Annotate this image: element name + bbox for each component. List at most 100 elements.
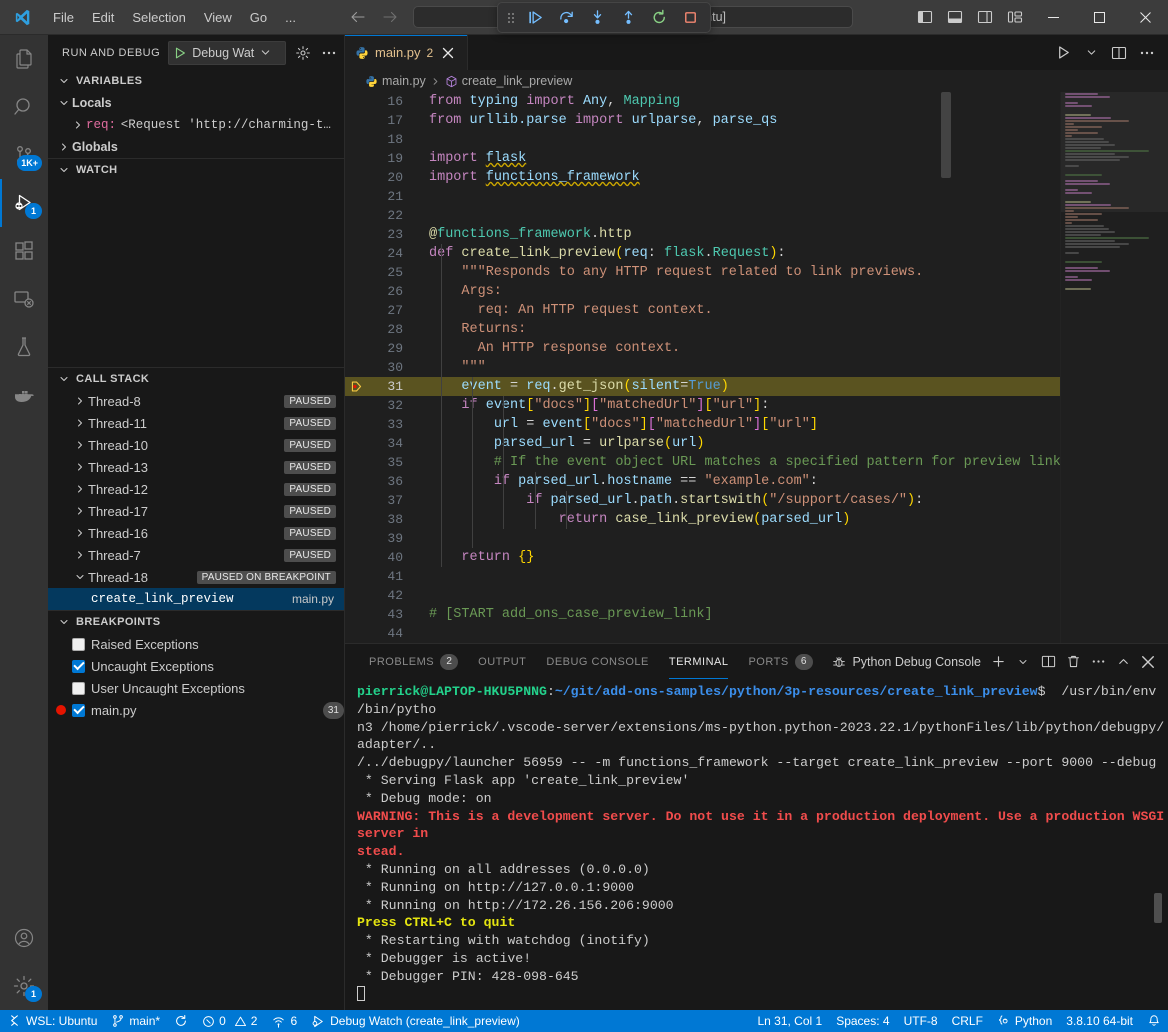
toggle-secondary-sidebar-icon[interactable]	[970, 2, 1000, 32]
code-line[interactable]: 25 """Responds to any HTTP request relat…	[345, 263, 1060, 282]
new-terminal-plus-icon[interactable]	[986, 650, 1010, 674]
breakpoint-user-uncaught-exceptions[interactable]: User Uncaught Exceptions	[48, 677, 344, 699]
variables-pane-header[interactable]: VARIABLES	[48, 70, 344, 92]
code-line[interactable]: 29 An HTTP response context.	[345, 339, 1060, 358]
status-remote-host[interactable]: WSL: Ubuntu	[0, 1010, 104, 1032]
debug-settings-gear-icon[interactable]	[294, 42, 312, 64]
activity-run-and-debug[interactable]: 1	[0, 179, 48, 227]
code-line[interactable]: 33 url = event["docs"]["matchedUrl"]["ur…	[345, 415, 1060, 434]
debug-restart-button[interactable]	[645, 6, 673, 30]
menu-file[interactable]: File	[44, 7, 83, 28]
variables-scope-globals[interactable]: Globals	[48, 136, 344, 158]
editor-minimap[interactable]	[1060, 92, 1168, 643]
status-language-mode[interactable]: Python	[990, 1010, 1059, 1032]
debug-current-line-icon[interactable]	[345, 380, 367, 393]
code-line[interactable]: 18	[345, 130, 1060, 149]
code-line[interactable]: 32 if event["docs"]["matchedUrl"]["url"]…	[345, 396, 1060, 415]
menu-go[interactable]: Go	[241, 7, 276, 28]
status-problems[interactable]: 0 2	[195, 1010, 264, 1032]
breakpoint-checkbox[interactable]	[72, 638, 85, 651]
breadcrumb-file[interactable]: main.py	[365, 74, 426, 88]
code-line[interactable]: 38 return case_link_preview(parsed_url)	[345, 510, 1060, 529]
code-line[interactable]: 36 if parsed_url.hostname == "example.co…	[345, 472, 1060, 491]
debug-step-into-button[interactable]	[583, 6, 611, 30]
status-ports[interactable]: 6	[264, 1010, 304, 1032]
tab-debug-console[interactable]: DEBUG CONSOLE	[536, 644, 658, 679]
variables-scope-locals[interactable]: Locals	[48, 92, 344, 114]
maximize-panel-chevron-up-icon[interactable]	[1111, 650, 1135, 674]
split-editor-icon[interactable]	[1106, 40, 1132, 66]
debug-continue-button[interactable]	[521, 6, 549, 30]
tab-output[interactable]: OUTPUT	[468, 644, 536, 679]
terminal-prompt-line[interactable]	[357, 986, 1168, 1004]
breakpoints-pane-header[interactable]: BREAKPOINTS	[48, 611, 344, 633]
toggle-primary-sidebar-icon[interactable]	[910, 2, 940, 32]
activity-search[interactable]	[0, 83, 48, 131]
code-line[interactable]: 24def create_link_preview(req: flask.Req…	[345, 244, 1060, 263]
code-line[interactable]: 34 parsed_url = urlparse(url)	[345, 434, 1060, 453]
code-line[interactable]: 19import flask	[345, 149, 1060, 168]
run-dropdown-chevron-down-icon[interactable]	[1078, 40, 1104, 66]
activity-source-control[interactable]: 1K+	[0, 131, 48, 179]
code-line[interactable]: 16from typing import Any, Mapping	[345, 92, 1060, 111]
terminal-scrollbar-thumb[interactable]	[1154, 893, 1162, 923]
call-stack-thread[interactable]: Thread-11 PAUSED	[48, 412, 344, 434]
status-debug-session[interactable]: Debug Watch (create_link_preview)	[304, 1010, 527, 1032]
activity-explorer[interactable]	[0, 35, 48, 83]
call-stack-frame[interactable]: create_link_preview main.py	[48, 588, 344, 610]
activity-manage-settings[interactable]: 1	[0, 962, 48, 1010]
status-cursor-position[interactable]: Ln 31, Col 1	[750, 1010, 829, 1032]
close-panel-icon[interactable]	[1136, 650, 1160, 674]
call-stack-thread-active[interactable]: Thread-18 PAUSED ON BREAKPOINT	[48, 566, 344, 588]
go-forward-icon[interactable]	[381, 8, 399, 26]
code-editor[interactable]: 16from typing import Any, Mapping17from …	[345, 92, 1168, 643]
tab-ports[interactable]: PORTS 6	[738, 644, 822, 679]
toggle-panel-icon[interactable]	[940, 2, 970, 32]
status-python-interpreter[interactable]: 3.8.10 64-bit	[1059, 1010, 1140, 1032]
menu-view[interactable]: View	[195, 7, 241, 28]
watch-pane-header[interactable]: WATCH	[48, 159, 344, 181]
debug-configuration-select[interactable]: Debug Wat	[168, 41, 286, 65]
go-back-icon[interactable]	[349, 8, 367, 26]
breakpoint-main-py[interactable]: main.py 31	[48, 699, 344, 721]
code-line[interactable]: 30 """	[345, 358, 1060, 377]
debug-toolbar-grip-icon[interactable]	[504, 8, 518, 28]
panel-more-actions-icon[interactable]	[1086, 650, 1110, 674]
status-notifications[interactable]	[1140, 1010, 1168, 1032]
call-stack-thread[interactable]: Thread-8 PAUSED	[48, 390, 344, 412]
code-line[interactable]: 40 return {}	[345, 548, 1060, 567]
menu-edit[interactable]: Edit	[83, 7, 123, 28]
code-line[interactable]: 44	[345, 624, 1060, 643]
call-stack-thread[interactable]: Thread-10 PAUSED	[48, 434, 344, 456]
window-minimize-button[interactable]	[1030, 0, 1076, 34]
call-stack-thread[interactable]: Thread-12 PAUSED	[48, 478, 344, 500]
code-content[interactable]: 16from typing import Any, Mapping17from …	[345, 92, 1060, 643]
breakpoint-checkbox[interactable]	[72, 704, 85, 717]
activity-testing[interactable]	[0, 323, 48, 371]
terminal-output[interactable]: pierrick@LAPTOP-HKU5PNNG:~/git/add-ons-s…	[345, 679, 1168, 1010]
status-indentation[interactable]: Spaces: 4	[829, 1010, 896, 1032]
editor-more-actions-icon[interactable]	[1134, 40, 1160, 66]
debug-step-out-button[interactable]	[614, 6, 642, 30]
split-terminal-icon[interactable]	[1036, 650, 1060, 674]
status-git-branch[interactable]: main*	[104, 1010, 167, 1032]
tab-problems[interactable]: PROBLEMS 2	[359, 644, 468, 679]
menu-selection[interactable]: Selection	[123, 7, 194, 28]
terminal-dropdown-chevron-down-icon[interactable]	[1011, 650, 1035, 674]
run-python-file-icon[interactable]	[1050, 40, 1076, 66]
code-line[interactable]: 39	[345, 529, 1060, 548]
breakpoint-raised-exceptions[interactable]: Raised Exceptions	[48, 633, 344, 655]
window-close-button[interactable]	[1122, 0, 1168, 34]
activity-extensions[interactable]	[0, 227, 48, 275]
code-line[interactable]: 31 event = req.get_json(silent=True)	[345, 377, 1060, 396]
code-line[interactable]: 22	[345, 206, 1060, 225]
tab-main-py[interactable]: main.py 2	[345, 35, 468, 70]
debug-step-over-button[interactable]	[552, 6, 580, 30]
tab-terminal[interactable]: TERMINAL	[659, 644, 739, 679]
status-eol[interactable]: CRLF	[945, 1010, 990, 1032]
breakpoint-checkbox[interactable]	[72, 660, 85, 673]
call-stack-thread[interactable]: Thread-17 PAUSED	[48, 500, 344, 522]
activity-docker[interactable]	[0, 371, 48, 419]
breakpoint-checkbox[interactable]	[72, 682, 85, 695]
code-line[interactable]: 21	[345, 187, 1060, 206]
